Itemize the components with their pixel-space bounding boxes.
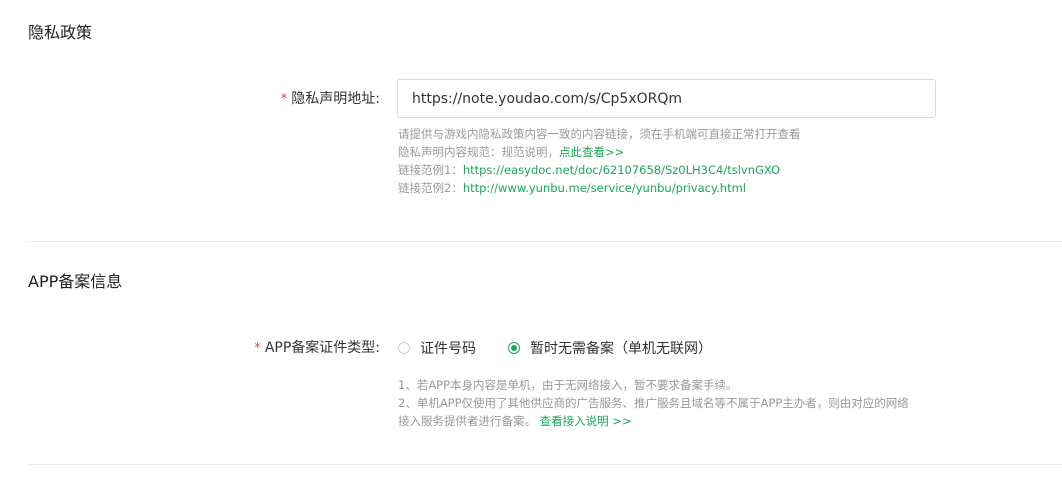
cert-type-label-text: APP备案证件类型: bbox=[264, 340, 380, 356]
example-1-text: 链接范例1： bbox=[398, 163, 463, 177]
privacy-hint-line-1: 请提供与游戏内隐私政策内容一致的内容链接，须在手机端可直接正常打开查看 bbox=[398, 127, 801, 141]
radio-label-cert-number: 证件号码 bbox=[420, 341, 476, 357]
privacy-hint-line-2: 隐私声明内容规范：规范说明，点此查看>> bbox=[398, 143, 624, 161]
privacy-spec-link[interactable]: 点此查看>> bbox=[559, 145, 624, 159]
privacy-spec-text: 隐私声明内容规范：规范说明， bbox=[398, 145, 559, 159]
privacy-hint-line-4: 链接范例2：http://www.yunbu.me/service/yunbu/… bbox=[398, 179, 746, 197]
cert-type-radio-group: 证件号码 暂时无需备案（单机无联网） bbox=[398, 338, 744, 358]
radio-unchecked-icon[interactable] bbox=[398, 342, 410, 354]
app-note-line-3-text: 接入服务提供者进行备案。 bbox=[398, 414, 536, 428]
radio-checked-icon[interactable] bbox=[508, 342, 520, 354]
privacy-url-label: * 隐私声明地址: bbox=[281, 89, 380, 110]
privacy-url-input[interactable] bbox=[397, 79, 936, 118]
radio-option-cert-number[interactable]: 证件号码 bbox=[398, 338, 476, 358]
example-1-link[interactable]: https://easydoc.net/doc/62107658/Sz0LH3C… bbox=[463, 163, 780, 177]
app-record-section-title: APP备案信息 bbox=[28, 272, 123, 291]
bottom-divider bbox=[28, 464, 1062, 465]
privacy-hint-line-3: 链接范例1：https://easydoc.net/doc/62107658/S… bbox=[398, 161, 780, 179]
app-note-line-2: 2、单机APP仅使用了其他供应商的广告服务、推广服务且域名等不属于APP主办者，… bbox=[398, 396, 909, 410]
example-2-text: 链接范例2： bbox=[398, 181, 463, 195]
app-note-line-3: 接入服务提供者进行备案。 查看接入说明 >> bbox=[398, 412, 632, 430]
example-2-link[interactable]: http://www.yunbu.me/service/yunbu/privac… bbox=[463, 181, 746, 195]
privacy-section-title: 隐私政策 bbox=[28, 23, 93, 42]
radio-label-no-record: 暂时无需备案（单机无联网） bbox=[530, 341, 712, 357]
access-guide-link[interactable]: 查看接入说明 >> bbox=[540, 414, 632, 428]
required-mark: * bbox=[280, 92, 288, 107]
app-note-line-1: 1、若APP本身内容是单机，由于无网络接入，暂不要求备案手续。 bbox=[398, 378, 738, 392]
privacy-url-label-text: 隐私声明地址: bbox=[291, 91, 380, 107]
radio-option-no-record[interactable]: 暂时无需备案（单机无联网） bbox=[508, 338, 712, 358]
required-mark: * bbox=[254, 341, 261, 356]
cert-type-label: * APP备案证件类型: bbox=[254, 338, 380, 359]
section-divider bbox=[28, 241, 1062, 242]
